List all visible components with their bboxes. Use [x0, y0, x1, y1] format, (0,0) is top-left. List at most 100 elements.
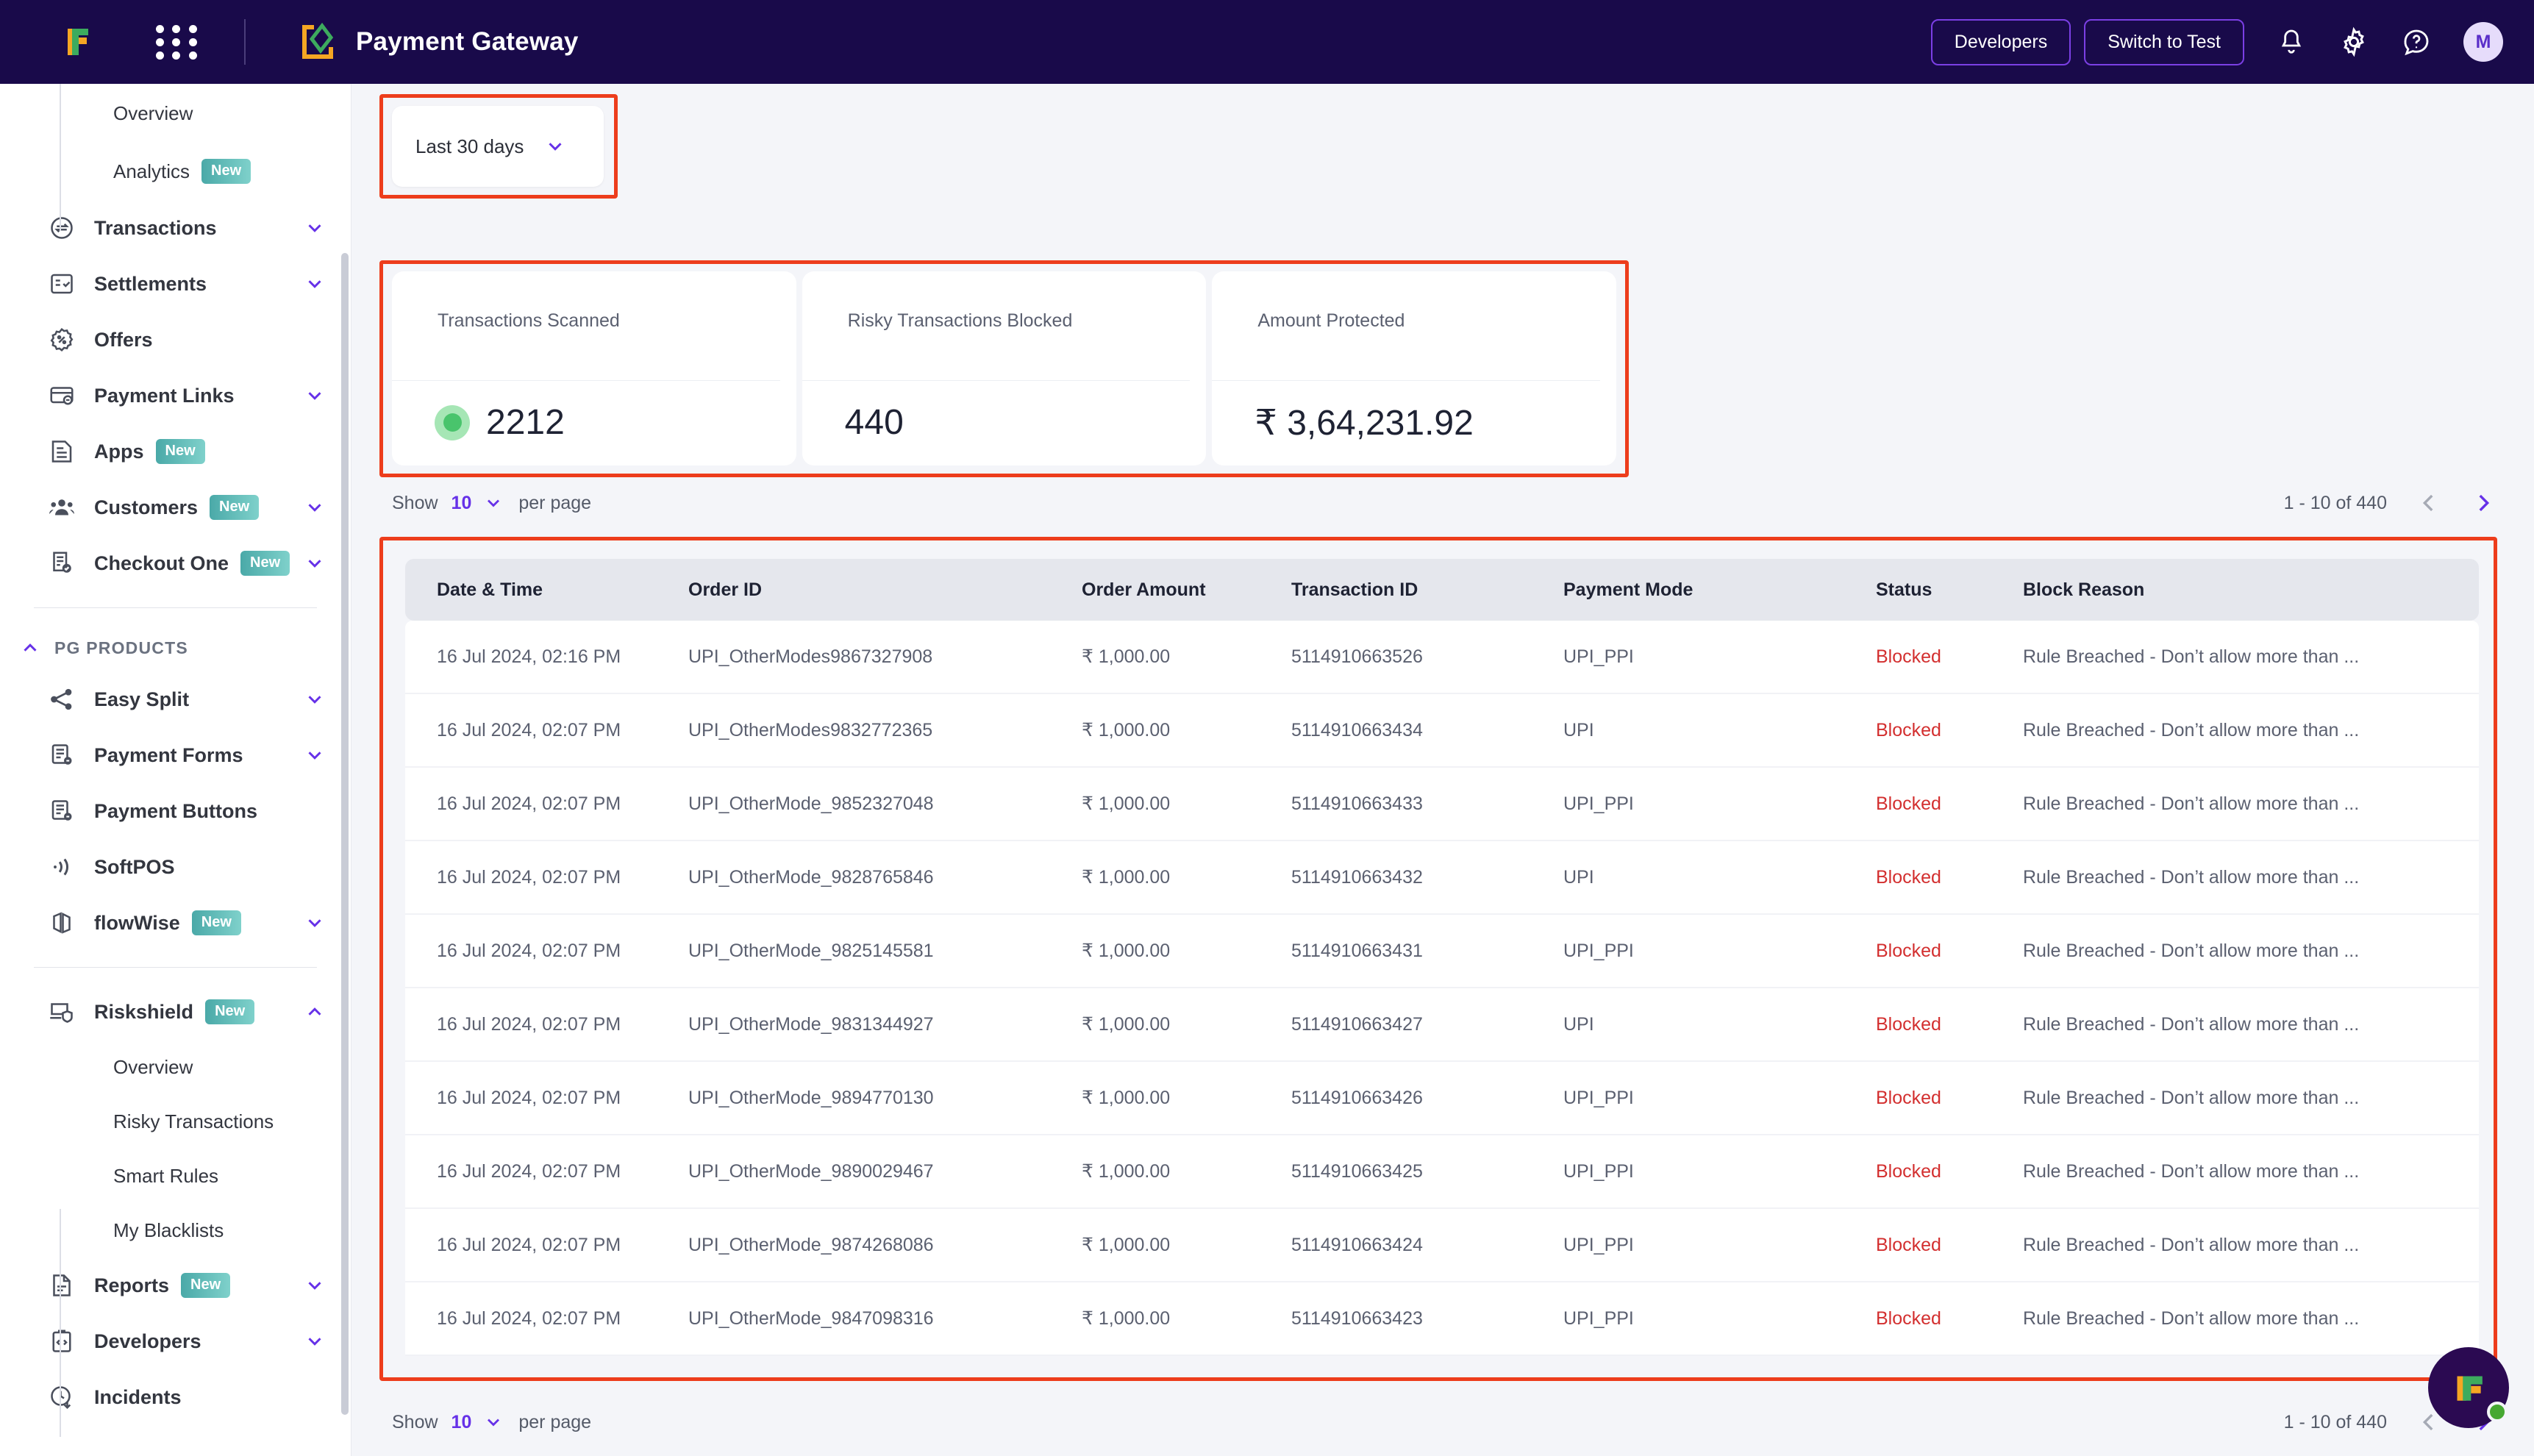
- sidebar-item-developers[interactable]: Developers: [0, 1313, 351, 1369]
- chevron-down-icon[interactable]: [304, 1330, 326, 1352]
- sidebar-item-checkout-one[interactable]: Checkout One New: [0, 535, 351, 591]
- new-badge: New: [201, 159, 251, 184]
- per-page-value[interactable]: 10: [452, 1412, 472, 1433]
- chevron-down-icon[interactable]: [304, 217, 326, 239]
- sidebar-item-label: Riskshield: [94, 1000, 194, 1023]
- column-header-date-time: Date & Time: [437, 579, 543, 600]
- pagination-range: 1 - 10 of 440: [2283, 492, 2387, 513]
- chevron-up-icon[interactable]: [304, 1001, 326, 1023]
- stat-separator: [392, 380, 780, 381]
- sidebar-item-customers[interactable]: Customers New: [0, 479, 351, 535]
- sidebar-item-settlements[interactable]: Settlements: [0, 256, 351, 312]
- cell-transaction-id: 5114910663426: [1291, 1087, 1423, 1108]
- sidebar-subitem-smart-rules[interactable]: Smart Rules: [0, 1149, 351, 1203]
- sidebar-subitem-riskshield-overview[interactable]: Overview: [0, 1040, 351, 1094]
- notification-bell-icon[interactable]: [2277, 27, 2306, 57]
- column-header-order-amount: Order Amount: [1082, 579, 1206, 600]
- cell-status: Blocked: [1876, 1234, 1941, 1255]
- chevron-up-icon[interactable]: [19, 637, 41, 659]
- chevron-down-icon[interactable]: [544, 135, 566, 157]
- chevron-down-icon[interactable]: [304, 273, 326, 295]
- chevron-left-icon[interactable]: [2416, 490, 2441, 515]
- table-row[interactable]: 16 Jul 2024, 02:07 PM UPI_OtherMode_98287…: [405, 841, 2479, 915]
- chevron-down-icon[interactable]: [304, 1274, 326, 1296]
- sidebar-section-pg-products[interactable]: PG PRODUCTS: [0, 624, 351, 671]
- sidebar-item-riskshield[interactable]: Riskshield New: [0, 984, 351, 1040]
- chevron-down-icon[interactable]: [304, 496, 326, 518]
- cell-block-reason: Rule Breached - Don’t allow more than ..…: [2023, 719, 2360, 741]
- cell-block-reason: Rule Breached - Don’t allow more than ..…: [2023, 1087, 2360, 1108]
- cell-order-id: UPI_OtherModes9832772365: [688, 719, 933, 741]
- sidebar-item-easy-split[interactable]: Easy Split: [0, 671, 351, 727]
- table-row[interactable]: 16 Jul 2024, 02:07 PM UPI_OtherMode_98900…: [405, 1135, 2479, 1209]
- sidebar-item-reports[interactable]: Reports New: [0, 1257, 351, 1313]
- apps-grid-icon[interactable]: [156, 24, 200, 60]
- cell-payment-mode: UPI_PPI: [1563, 793, 1634, 814]
- cell-order-id: UPI_OtherMode_9852327048: [688, 793, 934, 814]
- sidebar-subitem-risky-transactions[interactable]: Risky Transactions: [0, 1094, 351, 1149]
- sidebar-section-label: PG PRODUCTS: [54, 638, 188, 657]
- chevron-down-icon[interactable]: [483, 1412, 504, 1432]
- sidebar-item-apps[interactable]: Apps New: [0, 424, 351, 479]
- cell-date-time: 16 Jul 2024, 02:07 PM: [437, 940, 621, 961]
- chevron-down-icon[interactable]: [304, 912, 326, 934]
- sidebar-item-transactions[interactable]: Transactions: [0, 200, 351, 256]
- stat-value: 440: [844, 403, 904, 442]
- stat-value: ₹ 3,64,231.92: [1254, 404, 1474, 443]
- user-avatar[interactable]: M: [2463, 22, 2503, 62]
- stat-title: Risky Transactions Blocked: [847, 310, 1073, 331]
- help-question-icon[interactable]: [2402, 27, 2431, 57]
- sidebar-item-offers[interactable]: Offers: [0, 312, 351, 368]
- chevron-down-icon[interactable]: [304, 744, 326, 766]
- sidebar-item-payment-links[interactable]: Payment Links: [0, 368, 351, 424]
- cell-transaction-id: 5114910663434: [1291, 719, 1423, 741]
- column-header-payment-mode: Payment Mode: [1563, 579, 1694, 600]
- checkout-one-icon: [46, 547, 78, 579]
- per-page-value[interactable]: 10: [452, 493, 472, 514]
- header-divider: [244, 19, 246, 65]
- chevron-down-icon[interactable]: [304, 552, 326, 574]
- cell-payment-mode: UPI_PPI: [1563, 1307, 1634, 1329]
- sidebar-scrollbar[interactable]: [341, 253, 349, 1415]
- sidebar-subitem-overview[interactable]: Overview: [0, 84, 351, 143]
- incidents-icon: [46, 1381, 78, 1413]
- sidebar-item-payment-buttons[interactable]: Payment Buttons: [0, 783, 351, 839]
- cell-status: Blocked: [1876, 1307, 1941, 1329]
- switch-to-test-button[interactable]: Switch to Test: [2084, 18, 2244, 65]
- table-row[interactable]: 16 Jul 2024, 02:07 PM UPI_OtherMode_98313…: [405, 988, 2479, 1062]
- sidebar-item-softpos[interactable]: SoftPOS: [0, 839, 351, 895]
- online-status-dot: [2487, 1402, 2508, 1422]
- chevron-down-icon[interactable]: [483, 493, 504, 513]
- table-row[interactable]: 16 Jul 2024, 02:16 PM UPI_OtherModes98673…: [405, 621, 2479, 694]
- sidebar-subitem-analytics[interactable]: Analytics New: [0, 143, 351, 200]
- settings-gear-icon[interactable]: [2338, 26, 2369, 57]
- table-row[interactable]: 16 Jul 2024, 02:07 PM UPI_OtherMode_98523…: [405, 768, 2479, 841]
- table-row[interactable]: 16 Jul 2024, 02:07 PM UPI_OtherMode_98742…: [405, 1209, 2479, 1282]
- chevron-right-icon[interactable]: [2471, 490, 2496, 515]
- flipkart-f-logo-icon[interactable]: [57, 21, 99, 63]
- cell-order-amount: ₹ 1,000.00: [1082, 941, 1171, 961]
- sidebar-item-incidents[interactable]: Incidents: [0, 1369, 351, 1425]
- sidebar-subitem-label: Risky Transactions: [113, 1110, 274, 1132]
- chevron-down-icon[interactable]: [304, 385, 326, 407]
- stat-value: 2212: [486, 403, 565, 442]
- sidebar-subitem-my-blacklists[interactable]: My Blacklists: [0, 1203, 351, 1257]
- reports-icon: [46, 1269, 78, 1302]
- cell-transaction-id: 5114910663431: [1291, 940, 1423, 961]
- sidebar-item-payment-forms[interactable]: Payment Forms: [0, 727, 351, 783]
- support-chat-button[interactable]: [2428, 1347, 2509, 1428]
- table-row[interactable]: 16 Jul 2024, 02:07 PM UPI_OtherMode_98251…: [405, 915, 2479, 988]
- table-row[interactable]: 16 Jul 2024, 02:07 PM UPI_OtherModes98327…: [405, 694, 2479, 768]
- date-range-filter[interactable]: Last 30 days: [392, 106, 604, 187]
- sidebar-subitem-label: Overview: [113, 1055, 193, 1078]
- table-row[interactable]: 16 Jul 2024, 02:07 PM UPI_OtherMode_98470…: [405, 1282, 2479, 1356]
- table-row[interactable]: 16 Jul 2024, 02:07 PM UPI_OtherMode_98947…: [405, 1062, 2479, 1135]
- table-body: 16 Jul 2024, 02:16 PM UPI_OtherModes98673…: [405, 621, 2479, 1356]
- column-header-block-reason: Block Reason: [2023, 579, 2145, 600]
- sidebar-divider: [34, 607, 317, 608]
- developers-button[interactable]: Developers: [1930, 18, 2071, 65]
- cell-block-reason: Rule Breached - Don’t allow more than ..…: [2023, 646, 2360, 667]
- sidebar-item-flowwise[interactable]: flowWise New: [0, 895, 351, 951]
- cell-order-id: UPI_OtherMode_9874268086: [688, 1234, 934, 1255]
- chevron-down-icon[interactable]: [304, 688, 326, 710]
